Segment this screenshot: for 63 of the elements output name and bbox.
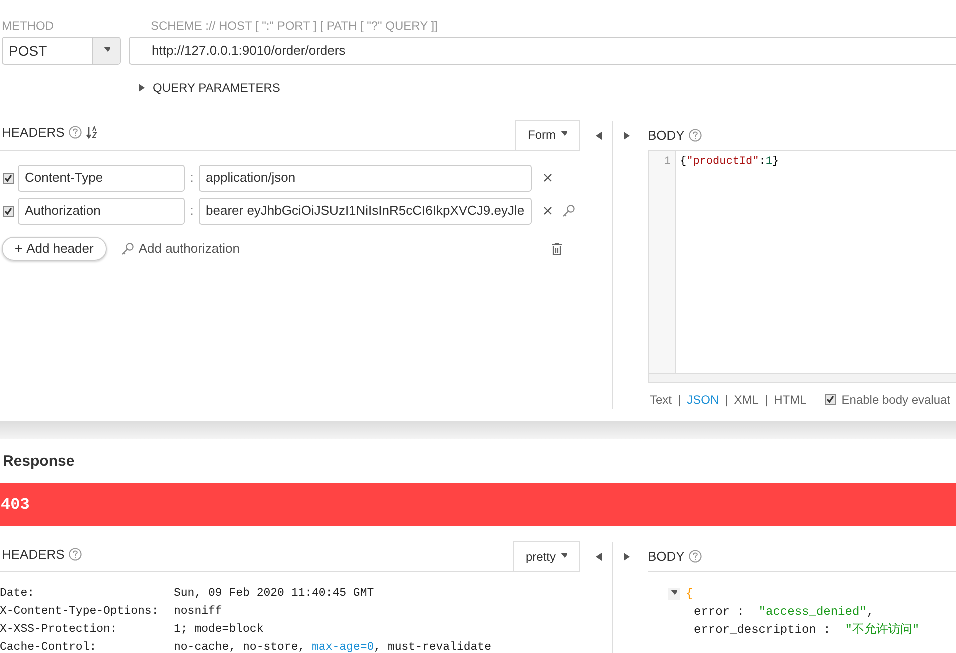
header-name-field[interactable]: Authorization — [18, 198, 185, 224]
body-title: BODY — [648, 548, 685, 566]
expand-icon[interactable] — [624, 132, 630, 140]
header-value-field[interactable]: application/json — [199, 164, 532, 192]
format-separator: | — [725, 392, 728, 408]
pretty-dropdown[interactable]: pretty — [512, 541, 580, 571]
format-separator: | — [678, 392, 682, 408]
help-icon — [688, 550, 702, 563]
code-editor[interactable]: 1 {"productId":1} — [648, 150, 956, 382]
header-name: Date: — [0, 586, 36, 602]
header-value: nosniff — [174, 604, 222, 620]
collapse-icon[interactable] — [596, 553, 602, 561]
header-value: Sun, 09 Feb 2020 11:40:45 GMT — [174, 586, 374, 602]
format-separator: | — [764, 392, 768, 408]
code-line: {"productId":1} — [680, 155, 780, 170]
key-icon — [120, 242, 135, 256]
sort-icon[interactable] — [86, 126, 98, 140]
help-icon — [68, 126, 82, 140]
response-title: Response — [2, 452, 76, 472]
headers-title: HEADERS — [2, 124, 65, 142]
form-dropdown[interactable]: Form — [515, 120, 580, 150]
json-brace: { — [686, 586, 694, 603]
checkbox[interactable] — [3, 206, 14, 216]
key-icon — [562, 204, 576, 218]
scrollbar[interactable] — [649, 372, 956, 382]
header-name: X-Content-Type-Options: — [0, 604, 160, 620]
expand-icon[interactable] — [624, 553, 630, 561]
enable-evaluation-label: Enable body evaluat — [842, 392, 951, 408]
close-icon[interactable] — [544, 174, 552, 182]
body-title: BODY — [648, 126, 685, 145]
caret-icon[interactable] — [561, 552, 567, 560]
format-tab[interactable]: XML — [734, 390, 759, 408]
line-number: 1 — [663, 155, 672, 170]
status-bar: 403 — [0, 483, 956, 526]
separator: : — [189, 202, 195, 220]
header-name: Cache-Control: — [0, 640, 98, 653]
header-name: X-XSS-Protection: — [0, 622, 118, 638]
method-dropdown[interactable]: POST — [2, 37, 121, 65]
header-value: 1; mode=block — [174, 622, 264, 638]
add-authorization-link[interactable]: Add authorization — [138, 238, 240, 258]
collapse-icon[interactable] — [596, 132, 602, 140]
format-tab[interactable]: JSON — [687, 390, 720, 408]
format-tab[interactable]: HTML — [774, 390, 807, 408]
header-value-field[interactable]: bearer eyJhbGciOiJSUzI1NiIsInR5cCI6IkpXVCJ9.eyJle — [199, 198, 532, 224]
header-value: no-cache, no-store, max-age=0, must-revalidate — [174, 640, 492, 653]
json-entry: error : "access_denied", — [693, 604, 876, 621]
trash-icon[interactable] — [552, 242, 562, 254]
help-icon — [68, 548, 82, 561]
separator: : — [189, 169, 195, 188]
headers-title: HEADERS — [2, 546, 65, 564]
method-label: METHOD — [2, 18, 55, 35]
add-header-button[interactable]: + Add header — [2, 236, 107, 260]
json-entry: error_description : "不允许访问" — [693, 622, 921, 639]
format-tab[interactable]: Text — [650, 390, 672, 408]
expand-icon[interactable] — [139, 84, 145, 92]
header-name-field[interactable]: Content-Type — [18, 164, 185, 192]
checkbox[interactable] — [3, 172, 14, 184]
url-field[interactable]: http://127.0.0.1:9010/order/orders — [129, 37, 956, 65]
close-icon[interactable] — [544, 207, 552, 215]
checkbox[interactable] — [824, 394, 836, 405]
help-icon — [688, 128, 702, 142]
url-label: SCHEME :// HOST [ ":" PORT ] [ PATH [ "?" QUERY ]] — [150, 18, 439, 35]
query-parameters-toggle[interactable]: QUERY PARAMETERS — [139, 79, 280, 97]
